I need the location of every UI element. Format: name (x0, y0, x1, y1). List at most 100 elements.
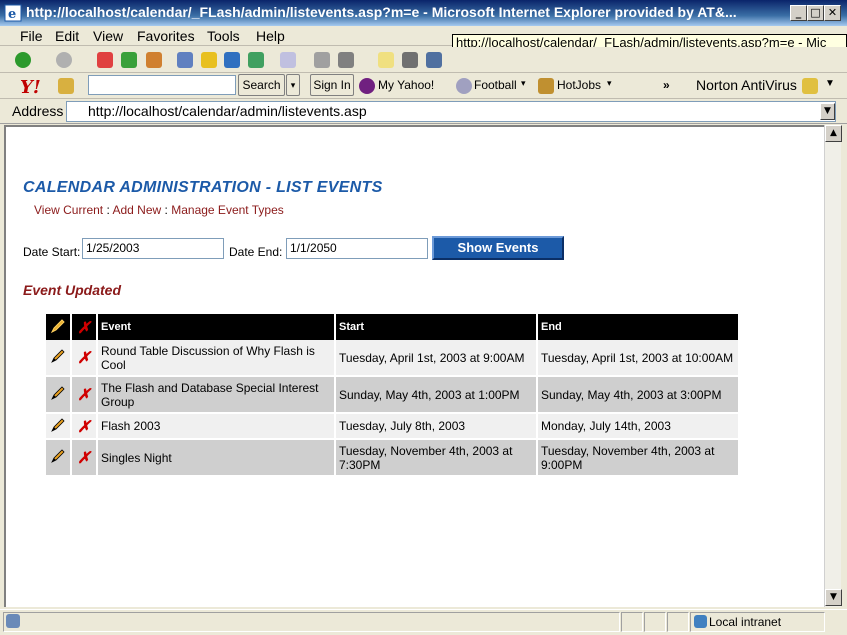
event-end: Tuesday, April 1st, 2003 at 10:00AM (538, 340, 738, 377)
page-title: CALENDAR ADMINISTRATION - LIST EVENTS (23, 179, 383, 196)
hotjobs-link[interactable]: HotJobs (557, 78, 601, 92)
event-name: Singles Night (98, 440, 334, 477)
events-table: ✗ Event Start End ✗ Round Table Discussi… (44, 314, 740, 477)
table-row: ✗ Round Table Discussion of Why Flash is… (46, 340, 738, 377)
chevron-down-icon[interactable]: ▼ (825, 78, 835, 89)
history-icon[interactable] (248, 52, 264, 68)
scroll-up-button[interactable]: ▲ (825, 125, 842, 142)
address-input[interactable]: http://localhost/calendar/admin/listeven… (66, 101, 836, 122)
delete-x-icon[interactable]: ✗ (77, 417, 90, 436)
status-pane (644, 612, 666, 632)
event-name: The Flash and Database Special Interest … (98, 377, 334, 414)
event-start: Tuesday, July 8th, 2003 (336, 414, 536, 440)
yahoo-logo-icon[interactable]: Y! (20, 76, 54, 96)
norton-icon[interactable] (802, 78, 818, 94)
home-icon[interactable] (146, 52, 162, 68)
add-new-link[interactable]: Add New (113, 203, 162, 217)
nav-separator: : (106, 203, 110, 217)
yahoo-search-button[interactable]: Search (238, 74, 285, 96)
my-yahoo-link[interactable]: My Yahoo! (378, 78, 434, 92)
table-row: ✗ Flash 2003 Tuesday, July 8th, 2003 Mon… (46, 414, 738, 440)
search-dropdown-button[interactable]: ▾ (286, 74, 300, 96)
status-text-pane (3, 612, 620, 632)
chevron-down-icon[interactable]: ▾ (607, 78, 612, 89)
address-dropdown-button[interactable]: ▼ (820, 103, 835, 120)
yahoo-search-input[interactable] (88, 75, 236, 95)
status-bar: Local intranet (0, 609, 847, 635)
title-bar: e http://localhost/calendar/_FLash/admin… (0, 0, 847, 26)
edit-cell[interactable] (46, 414, 70, 440)
menu-edit[interactable]: Edit (55, 28, 79, 44)
pencil-icon[interactable] (58, 78, 74, 94)
event-end: Sunday, May 4th, 2003 at 3:00PM (538, 377, 738, 414)
my-yahoo-icon (359, 78, 375, 94)
search-icon[interactable] (177, 52, 193, 68)
status-pane (621, 612, 643, 632)
research-icon[interactable] (426, 52, 442, 68)
pencil-icon[interactable] (49, 384, 67, 402)
security-zone-label: Local intranet (709, 615, 782, 629)
show-events-button[interactable]: Show Events (432, 236, 564, 260)
menu-favorites[interactable]: Favorites (137, 28, 195, 44)
svg-text:Y!: Y! (20, 77, 41, 96)
delete-cell[interactable]: ✗ (72, 377, 96, 414)
mail-icon[interactable] (280, 52, 296, 68)
delete-x-icon[interactable]: ✗ (77, 385, 90, 404)
vertical-scrollbar[interactable]: ▲ ▼ (824, 125, 842, 607)
maximize-button[interactable]: □ (807, 5, 824, 21)
edit-column-header (46, 314, 70, 340)
delete-x-icon[interactable]: ✗ (77, 448, 90, 467)
chevron-down-icon[interactable]: ▾ (521, 78, 526, 89)
pencil-icon[interactable] (49, 347, 67, 365)
edit-icon[interactable] (338, 52, 354, 68)
messenger-icon[interactable] (402, 52, 418, 68)
manage-event-types-link[interactable]: Manage Event Types (171, 203, 284, 217)
view-current-link[interactable]: View Current (34, 203, 103, 217)
close-button[interactable]: ✕ (824, 5, 841, 21)
start-column-header: Start (336, 314, 536, 340)
menu-tools[interactable]: Tools (207, 28, 240, 44)
delete-x-icon: ✗ (77, 317, 91, 337)
pencil-icon[interactable] (49, 416, 67, 434)
scroll-down-button[interactable]: ▼ (825, 589, 842, 606)
delete-cell[interactable]: ✗ (72, 414, 96, 440)
edit-cell[interactable] (46, 377, 70, 414)
more-chevron-icon[interactable]: » (663, 78, 670, 92)
forward-icon[interactable] (56, 52, 72, 68)
date-start-input[interactable]: 1/25/2003 (82, 238, 224, 259)
ie-icon: e (4, 4, 22, 22)
end-column-header: End (538, 314, 738, 340)
delete-column-header: ✗ (72, 314, 96, 340)
pencil-icon[interactable] (49, 447, 67, 465)
norton-antivirus-label[interactable]: Norton AntiVirus (696, 77, 797, 93)
edit-cell[interactable] (46, 340, 70, 377)
sign-in-button[interactable]: Sign In (310, 74, 354, 96)
edit-cell[interactable] (46, 440, 70, 477)
minimize-button[interactable]: _ (790, 5, 807, 21)
football-icon (456, 78, 472, 94)
refresh-icon[interactable] (121, 52, 137, 68)
page-content: CALENDAR ADMINISTRATION - LIST EVENTS Vi… (4, 125, 824, 607)
table-header-row: ✗ Event Start End (46, 314, 738, 340)
admin-nav: View Current : Add New : Manage Event Ty… (34, 203, 284, 217)
menu-help[interactable]: Help (256, 28, 285, 44)
menu-view[interactable]: View (93, 28, 123, 44)
event-name: Round Table Discussion of Why Flash is C… (98, 340, 334, 377)
stop-icon[interactable] (97, 52, 113, 68)
print-icon[interactable] (314, 52, 330, 68)
back-icon[interactable] (15, 52, 31, 68)
delete-x-icon[interactable]: ✗ (77, 348, 90, 367)
event-column-header: Event (98, 314, 334, 340)
favorites-icon[interactable] (201, 52, 217, 68)
event-name: Flash 2003 (98, 414, 334, 440)
media-icon[interactable] (224, 52, 240, 68)
date-end-input[interactable]: 1/1/2050 (286, 238, 428, 259)
notes-icon[interactable] (378, 52, 394, 68)
delete-cell[interactable]: ✗ (72, 440, 96, 477)
delete-cell[interactable]: ✗ (72, 340, 96, 377)
event-start: Tuesday, November 4th, 2003 at 7:30PM (336, 440, 536, 477)
window-title: http://localhost/calendar/_FLash/admin/l… (26, 4, 737, 20)
address-label: Address (12, 103, 64, 119)
menu-file[interactable]: File (20, 28, 43, 44)
football-link[interactable]: Football (474, 78, 517, 92)
